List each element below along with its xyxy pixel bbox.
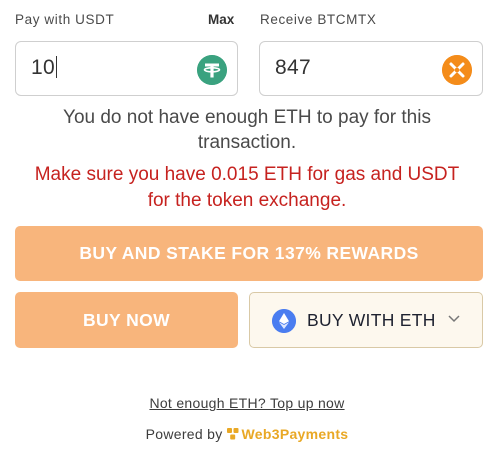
buy-with-eth-label: BUY WITH ETH — [307, 310, 436, 330]
powered-by-label: Powered by — [145, 426, 223, 442]
buy-and-stake-button[interactable]: BUY AND STAKE FOR 137% REWARDS — [15, 226, 483, 281]
insufficient-eth-line-1: You do not have enough ETH to pay for th… — [63, 107, 431, 128]
field-labels: Pay with USDT Max Receive BTCMTX — [15, 12, 479, 30]
gas-warning-line-1: Make sure you have 0.015 ETH for gas and… — [34, 164, 460, 185]
pay-amount-input[interactable]: 10 — [15, 41, 238, 96]
top-up-link[interactable]: Not enough ETH? Top up now — [0, 395, 494, 411]
pay-label: Pay with USDT — [15, 12, 115, 27]
usdt-icon — [197, 55, 227, 85]
powered-by: Powered by Web3Payments — [0, 426, 494, 442]
receive-label: Receive BTCMTX — [260, 12, 377, 27]
gas-warning-line-2: for the token exchange. — [147, 190, 347, 211]
receive-amount-input[interactable]: 847 — [259, 41, 483, 96]
pay-amount-value: 10 — [31, 56, 55, 79]
pay-amount-value-wrap: 10 — [31, 56, 57, 80]
max-button[interactable]: Max — [208, 12, 234, 27]
text-caret — [55, 56, 57, 78]
eth-icon — [272, 309, 296, 333]
web3payments-logo-icon — [226, 428, 239, 440]
buy-now-button[interactable]: BUY NOW — [15, 292, 238, 348]
receive-amount-value: 847 — [275, 56, 311, 79]
gas-warning-message: Make sure you have 0.015 ETH for gas and… — [0, 162, 494, 214]
insufficient-eth-message: You do not have enough ETH to pay for th… — [0, 105, 494, 155]
chevron-down-icon — [448, 315, 460, 323]
buy-with-eth-button[interactable]: BUY WITH ETH — [249, 292, 483, 348]
insufficient-eth-line-2: transaction. — [197, 132, 297, 153]
btcmtx-icon — [442, 55, 472, 85]
web3payments-brand: Web3Payments — [241, 426, 349, 442]
